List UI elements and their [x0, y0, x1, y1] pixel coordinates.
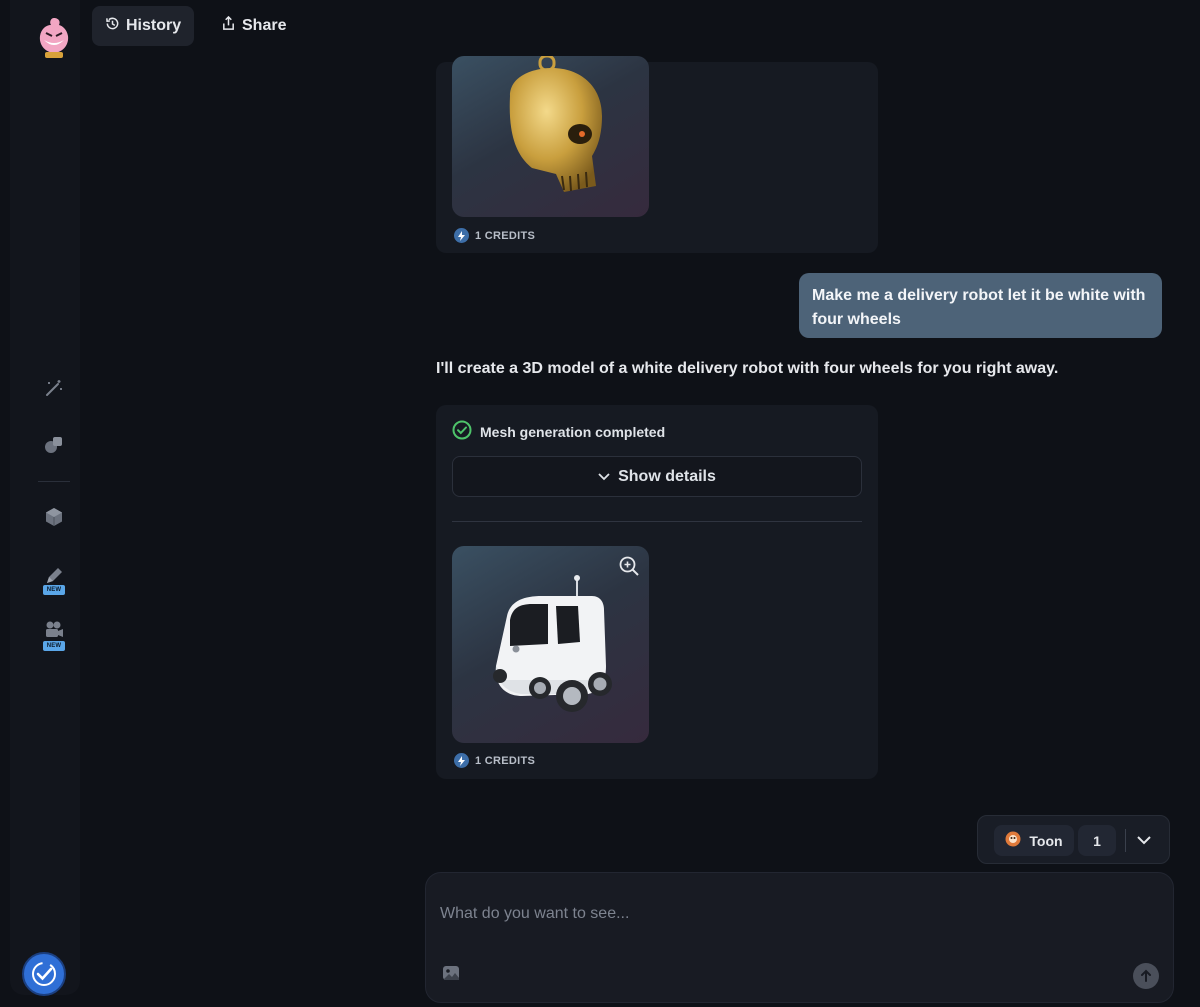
zoom-in-icon[interactable] [618, 555, 640, 582]
show-details-button[interactable]: Show details [452, 456, 862, 497]
new-badge: NEW [43, 641, 65, 651]
robot-thumbnail[interactable] [452, 546, 649, 743]
cube-icon[interactable] [40, 503, 68, 531]
app-logo[interactable] [34, 16, 74, 60]
count-value: 1 [1093, 832, 1101, 849]
sidebar: NEW NEW [10, 0, 80, 996]
credits-row: 1 CREDITS [454, 753, 535, 768]
status-label: Mesh generation completed [480, 423, 666, 440]
previous-result-card: 1 CREDITS [436, 56, 878, 253]
style-selector[interactable]: Toon [994, 825, 1074, 856]
video-camera-icon[interactable] [40, 616, 68, 644]
credits-row: 1 CREDITS [454, 228, 535, 243]
share-icon [221, 15, 236, 36]
model-bar-divider [1125, 829, 1126, 852]
toon-style-icon [1005, 831, 1021, 850]
send-button[interactable] [1133, 963, 1159, 989]
chevron-down-icon [1137, 835, 1151, 844]
credits-label: 1 CREDITS [475, 754, 536, 767]
check-circle-icon [452, 420, 472, 443]
share-button[interactable]: Share [208, 6, 299, 46]
prompt-box [425, 872, 1174, 1003]
style-label: Toon [1029, 832, 1063, 849]
lightning-icon [454, 753, 469, 768]
card-divider [452, 521, 862, 522]
show-details-label: Show details [618, 467, 716, 485]
user-message: Make me a delivery robot let it be white… [799, 273, 1162, 338]
history-tab[interactable]: History [92, 6, 195, 46]
magic-wand-icon[interactable] [40, 374, 68, 402]
count-selector[interactable]: 1 [1078, 825, 1116, 856]
model-options-bar: Toon 1 [977, 815, 1170, 864]
skull-pendant-image [509, 56, 602, 192]
verified-badge-icon[interactable] [22, 952, 66, 996]
assistant-message: I'll create a 3D model of a white delive… [436, 360, 1059, 377]
sidebar-divider [38, 481, 70, 482]
new-badge: NEW [43, 585, 65, 595]
share-label: Share [242, 17, 287, 34]
chevron-down-icon [598, 468, 610, 486]
generation-status: Mesh generation completed [452, 420, 665, 443]
arrow-up-icon [1141, 969, 1151, 982]
expand-options-button[interactable] [1132, 828, 1156, 852]
prompt-input[interactable] [440, 905, 1120, 935]
top-bar: History Share [80, 0, 1200, 62]
history-label: History [126, 17, 182, 34]
history-icon [105, 16, 120, 36]
shapes-icon[interactable] [40, 431, 68, 459]
credits-label: 1 CREDITS [475, 229, 536, 242]
lightning-icon [454, 228, 469, 243]
image-upload-icon[interactable] [442, 964, 460, 982]
skull-pendant-thumbnail[interactable] [452, 56, 649, 217]
